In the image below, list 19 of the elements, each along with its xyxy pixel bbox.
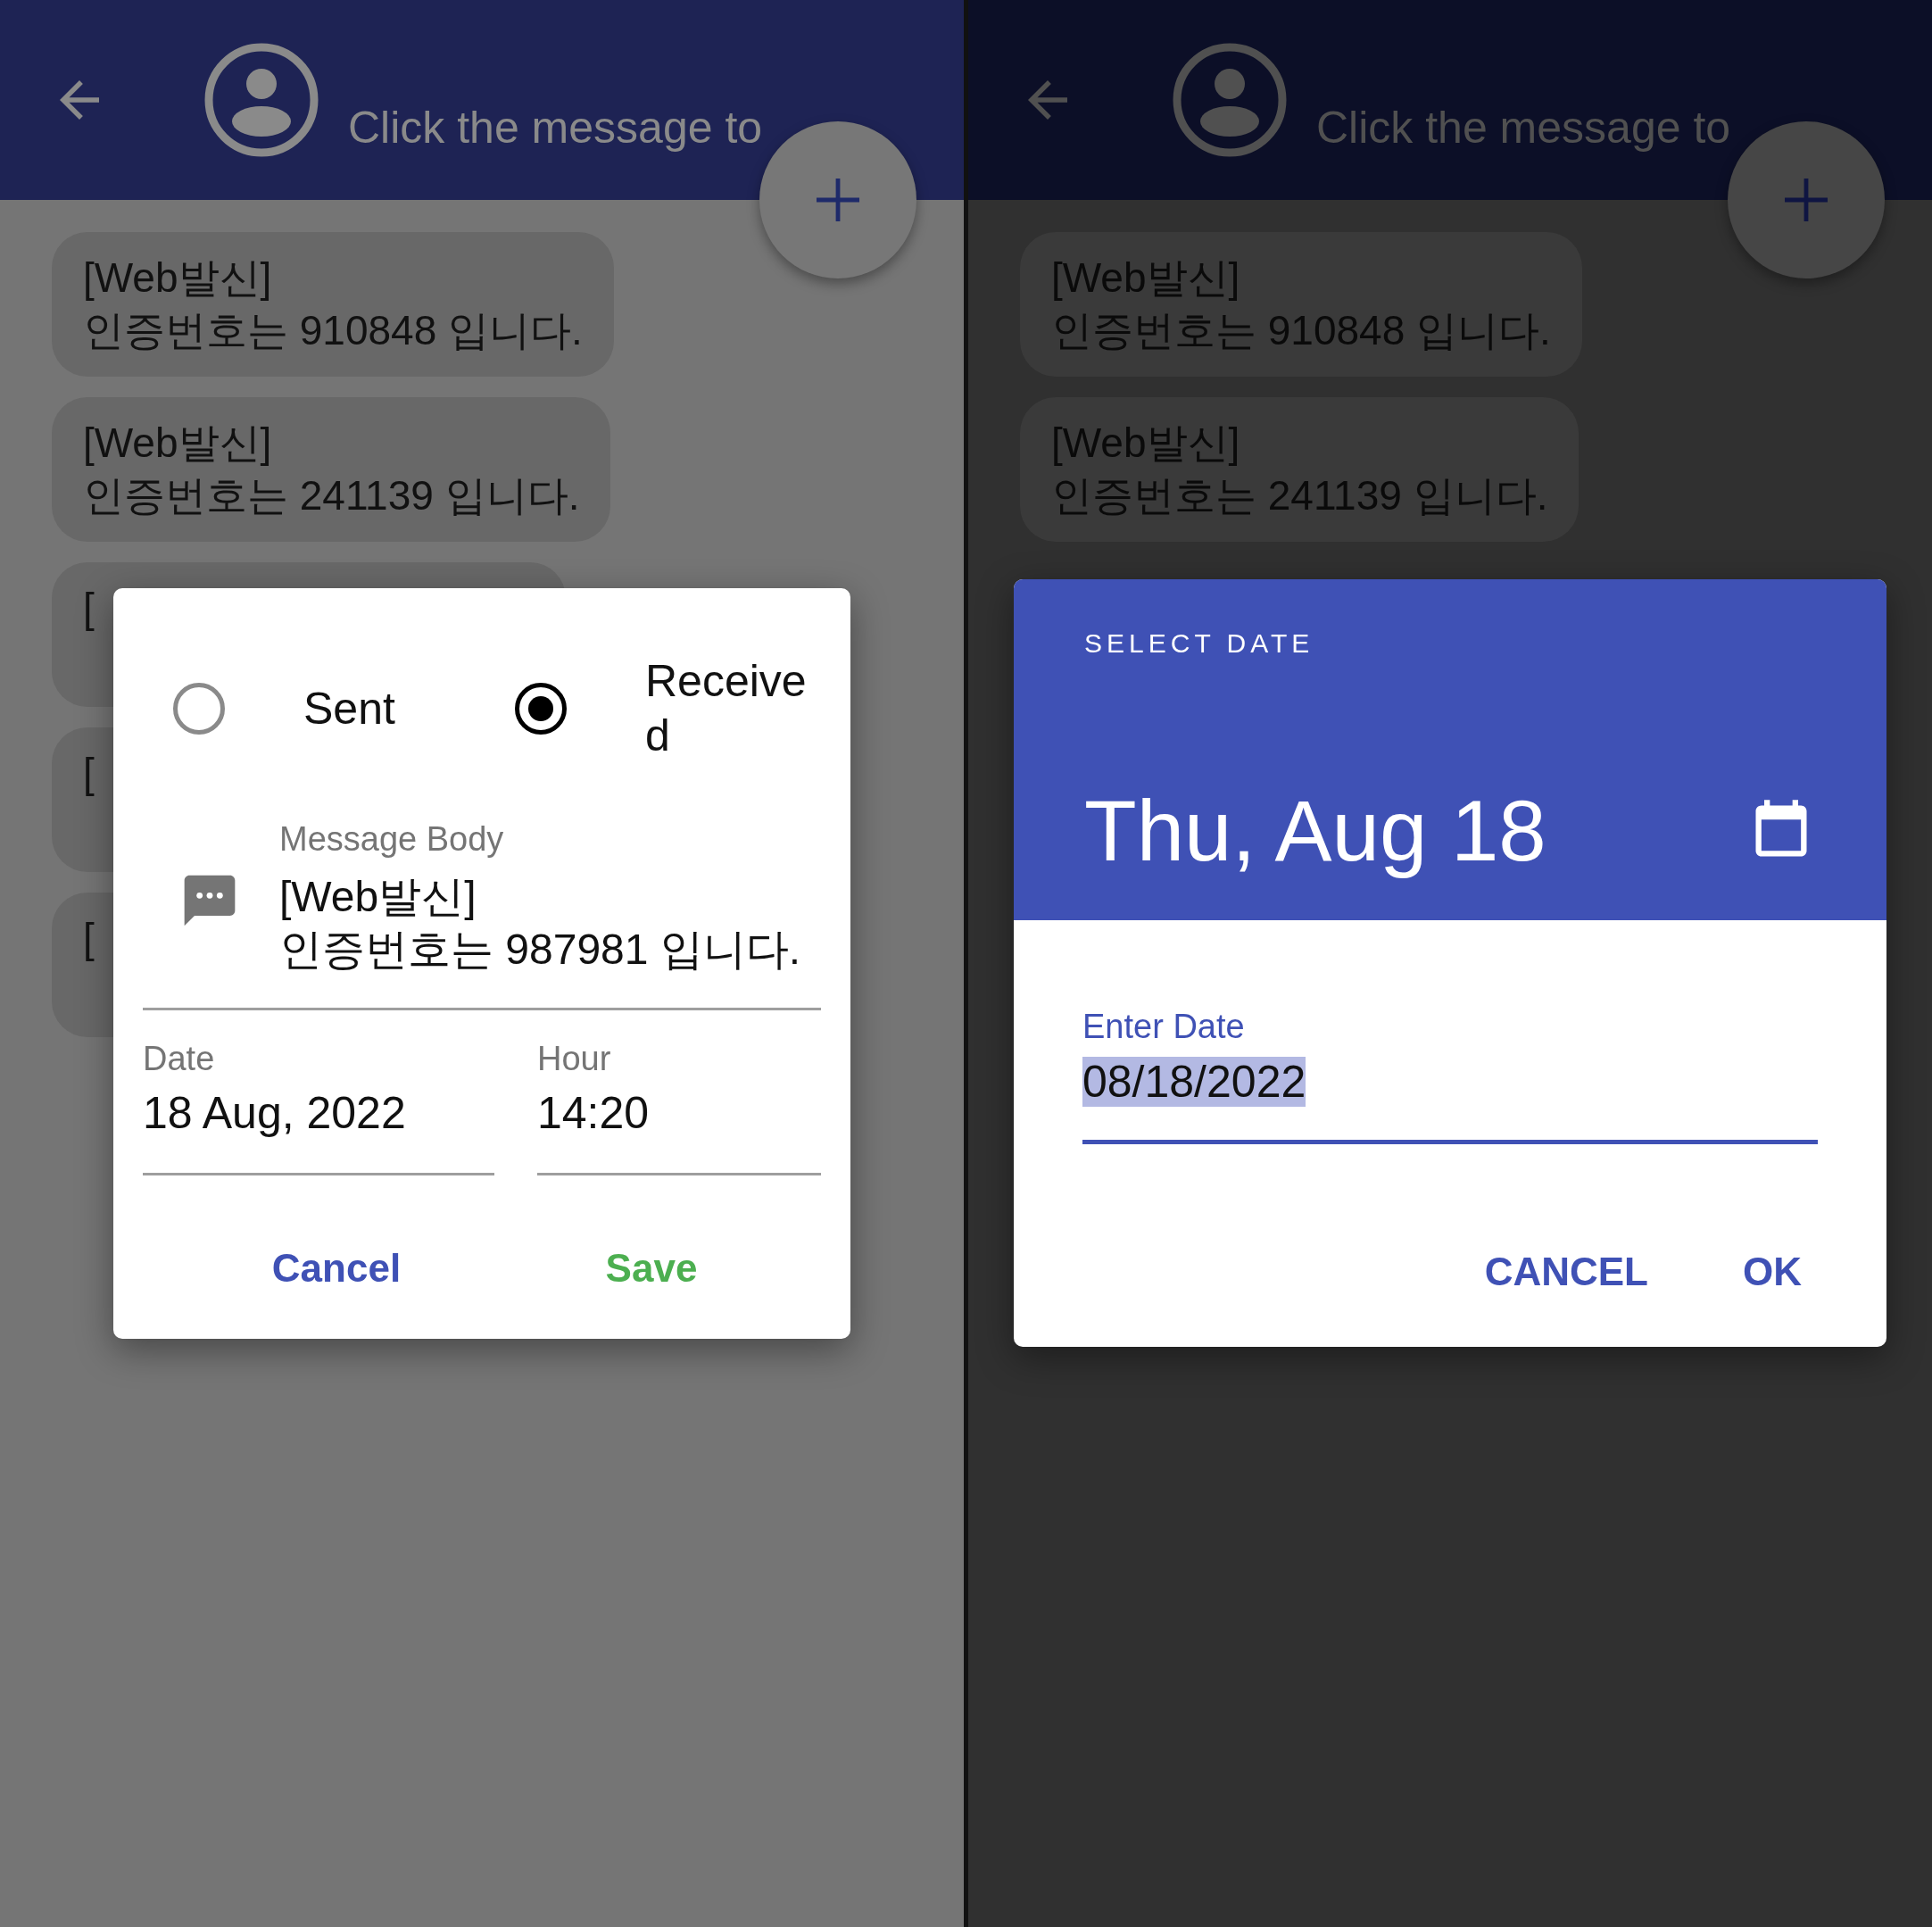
date-field[interactable]: Date 18 Aug, 2022 [143,1039,494,1175]
radio-label[interactable]: Received [645,654,815,763]
radio-label[interactable]: Sent [303,681,515,736]
radio-button[interactable] [515,683,567,735]
radio-button[interactable] [173,683,225,735]
dialog-button[interactable]: CANCEL [1477,1236,1655,1308]
dialog-button[interactable]: OK [1736,1236,1809,1308]
dialog-button[interactable]: Cancel [256,1233,417,1304]
plus-icon [1785,179,1828,221]
hour-field[interactable]: Hour 14:20 [537,1039,821,1175]
screen-title: Click the message to [348,102,763,154]
plus-icon [817,179,859,221]
avatar-icon [204,43,319,157]
message-body-field[interactable]: Message Body [Web발신] 인증번호는 987981 입니다. [143,819,821,1010]
avatar-icon [1173,43,1287,157]
date-input-field[interactable]: Enter Date 08/18/2022 [1082,1007,1818,1144]
selected-date: Thu, Aug 18 [1084,782,1546,880]
dialog-overline: SELECT DATE [1084,627,1315,660]
screen-title: Click the message to [1316,102,1731,154]
